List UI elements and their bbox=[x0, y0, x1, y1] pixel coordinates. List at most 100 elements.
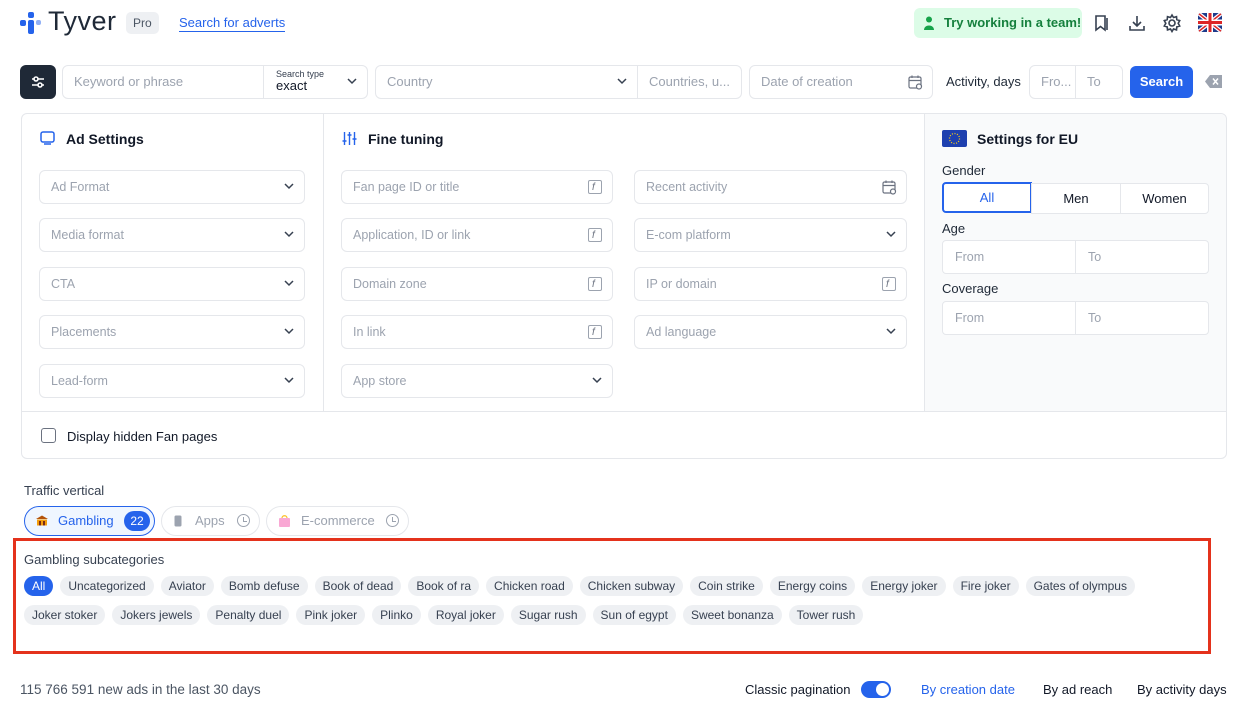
age-from-placeholder: From bbox=[955, 250, 985, 264]
chevron-down-icon bbox=[284, 377, 294, 384]
fan-page-placeholder: Fan page ID or title bbox=[353, 180, 460, 194]
gender-all-option[interactable]: All bbox=[942, 182, 1032, 213]
age-to-input[interactable]: To bbox=[1075, 240, 1209, 274]
download-icon[interactable] bbox=[1127, 13, 1147, 33]
activity-from-input[interactable]: Fro... bbox=[1029, 65, 1076, 99]
hidden-fanpages-checkbox[interactable] bbox=[41, 428, 56, 443]
coverage-to-input[interactable]: To bbox=[1075, 301, 1209, 335]
lead-form-select[interactable]: Lead-form bbox=[39, 364, 305, 398]
gender-label: Gender bbox=[942, 163, 986, 178]
ecom-platform-placeholder: E-com platform bbox=[646, 228, 731, 242]
placements-select[interactable]: Placements bbox=[39, 315, 305, 349]
pro-badge: Pro bbox=[126, 12, 159, 34]
ecom-platform-select[interactable]: E-com platform bbox=[634, 218, 907, 252]
subcategory-chip[interactable]: Tower rush bbox=[788, 605, 864, 625]
logo-mark-icon bbox=[20, 12, 42, 34]
in-link-input[interactable]: In link bbox=[341, 315, 613, 349]
recent-activity-input[interactable]: Recent activity bbox=[634, 170, 907, 204]
tuning-icon bbox=[342, 132, 357, 145]
subcategory-chip[interactable]: Sun of egypt bbox=[592, 605, 676, 625]
search-adverts-link[interactable]: Search for adverts bbox=[179, 15, 286, 32]
sort-by-creation-date[interactable]: By creation date bbox=[921, 682, 1015, 697]
ip-domain-placeholder: IP or domain bbox=[646, 277, 717, 291]
subcategory-chip[interactable]: Joker stoker bbox=[24, 605, 106, 625]
subcategory-chip[interactable]: Uncategorized bbox=[60, 576, 154, 596]
countries-placeholder: Countries, u... bbox=[649, 74, 730, 89]
person-icon bbox=[924, 16, 934, 30]
subcategory-chip[interactable]: Bomb defuse bbox=[220, 576, 308, 596]
gender-women-option[interactable]: Women bbox=[1120, 183, 1209, 214]
countries-input[interactable]: Countries, u... bbox=[637, 65, 742, 99]
media-format-select[interactable]: Media format bbox=[39, 218, 305, 252]
chevron-down-icon bbox=[284, 280, 294, 287]
calendar-icon bbox=[908, 75, 923, 90]
tab-ecommerce[interactable]: E-commerce bbox=[266, 506, 409, 536]
coverage-from-input[interactable]: From bbox=[942, 301, 1076, 335]
cta-select[interactable]: CTA bbox=[39, 267, 305, 301]
subcategory-chip[interactable]: Aviator bbox=[160, 576, 214, 596]
app-store-select[interactable]: App store bbox=[341, 364, 613, 398]
domain-zone-input[interactable]: Domain zone bbox=[341, 267, 613, 301]
subcategory-chip[interactable]: Pink joker bbox=[296, 605, 366, 625]
subcategory-chip[interactable]: Energy joker bbox=[862, 576, 946, 596]
ad-settings-title: Ad Settings bbox=[66, 131, 144, 147]
phone-icon bbox=[174, 515, 182, 527]
gender-men-option[interactable]: Men bbox=[1031, 183, 1121, 214]
uk-flag-icon[interactable] bbox=[1198, 13, 1222, 32]
subcategory-chip[interactable]: All bbox=[24, 576, 54, 596]
try-team-button[interactable]: Try working in a team! bbox=[914, 8, 1082, 38]
date-of-creation-input[interactable]: Date of creation bbox=[749, 65, 933, 99]
classic-pagination-label: Classic pagination bbox=[745, 682, 851, 697]
facebook-icon bbox=[882, 269, 896, 301]
application-placeholder: Application, ID or link bbox=[353, 228, 471, 242]
tab-ecommerce-label: E-commerce bbox=[301, 513, 375, 528]
placements-placeholder: Placements bbox=[51, 325, 117, 339]
date-placeholder: Date of creation bbox=[761, 74, 853, 89]
subcategory-chip[interactable]: Book of ra bbox=[408, 576, 480, 596]
tab-gambling[interactable]: Gambling 22 bbox=[24, 506, 155, 536]
ad-language-select[interactable]: Ad language bbox=[634, 315, 907, 349]
subcategory-chip[interactable]: Chicken road bbox=[486, 576, 573, 596]
divider bbox=[924, 113, 925, 412]
subcategory-chip[interactable]: Jokers jewels bbox=[112, 605, 201, 625]
fan-page-input[interactable]: Fan page ID or title bbox=[341, 170, 613, 204]
tab-apps[interactable]: Apps bbox=[161, 506, 260, 536]
subcategory-chip[interactable]: Gates of olympus bbox=[1025, 576, 1135, 596]
monitor-icon bbox=[40, 131, 55, 145]
sort-by-ad-reach[interactable]: By ad reach bbox=[1043, 682, 1112, 697]
clear-icon[interactable] bbox=[1205, 75, 1222, 88]
classic-pagination-toggle[interactable] bbox=[861, 681, 891, 698]
age-to-placeholder: To bbox=[1088, 250, 1102, 264]
subcategory-chip[interactable]: Book of dead bbox=[314, 576, 402, 596]
subcategory-chip[interactable]: Royal joker bbox=[427, 605, 504, 625]
subcategory-chip[interactable]: Penalty duel bbox=[207, 605, 290, 625]
subcategory-chip[interactable]: Sugar rush bbox=[510, 605, 586, 625]
country-select[interactable]: Country bbox=[375, 65, 638, 99]
chevron-down-icon bbox=[617, 78, 627, 85]
search-type-select[interactable]: Search type exact bbox=[263, 65, 368, 99]
ip-domain-input[interactable]: IP or domain bbox=[634, 267, 907, 301]
domain-zone-placeholder: Domain zone bbox=[353, 277, 427, 291]
cta-placeholder: CTA bbox=[51, 277, 76, 291]
lead-form-placeholder: Lead-form bbox=[51, 374, 108, 388]
subcategory-chip[interactable]: Sweet bonanza bbox=[682, 605, 782, 625]
calendar-icon bbox=[882, 180, 897, 195]
filters-toggle-button[interactable] bbox=[20, 65, 56, 99]
activity-to-input[interactable]: To bbox=[1075, 65, 1123, 99]
gear-icon[interactable] bbox=[1162, 13, 1182, 33]
subcategory-chip[interactable]: Chicken subway bbox=[579, 576, 684, 596]
fine-tuning-title: Fine tuning bbox=[368, 131, 444, 147]
subcategory-chip[interactable]: Plinko bbox=[372, 605, 421, 625]
bookmark-icon[interactable] bbox=[1092, 13, 1112, 33]
facebook-icon bbox=[588, 220, 602, 252]
subcategory-chip[interactable]: Fire joker bbox=[952, 576, 1019, 596]
subcategory-chip[interactable]: Energy coins bbox=[769, 576, 856, 596]
age-from-input[interactable]: From bbox=[942, 240, 1076, 274]
coverage-to-placeholder: To bbox=[1088, 311, 1102, 325]
search-button[interactable]: Search bbox=[1130, 66, 1193, 98]
subcategory-chip[interactable]: Coin strike bbox=[690, 576, 763, 596]
sort-by-activity-days[interactable]: By activity days bbox=[1137, 682, 1227, 697]
keyword-input[interactable]: Keyword or phrase bbox=[62, 65, 264, 99]
ad-format-select[interactable]: Ad Format bbox=[39, 170, 305, 204]
application-input[interactable]: Application, ID or link bbox=[341, 218, 613, 252]
